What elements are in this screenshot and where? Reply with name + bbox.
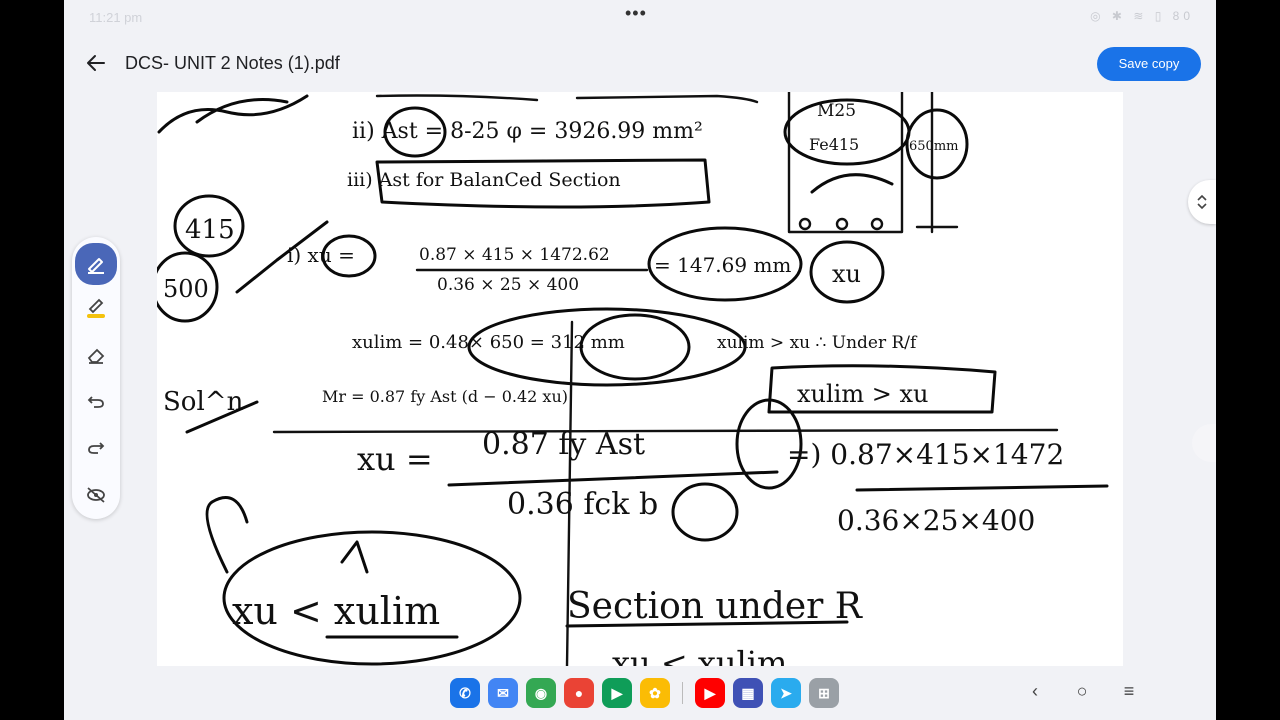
scroll-handle[interactable]: [1188, 180, 1216, 224]
formula-calc-numerator: =) 0.87×415×1472: [787, 438, 1064, 471]
chrome-app-icon[interactable]: ◉: [526, 678, 556, 708]
pen-tool-button[interactable]: [75, 243, 117, 285]
redo-icon[interactable]: [78, 429, 114, 465]
app-dock: ✆ ✉ ◉ ● ▶ ✿ ▶ ▦ ➤ ⊞: [450, 678, 839, 708]
note-boxed-compare: xulim > xu: [797, 380, 928, 408]
verdict-section-under: Section under R: [567, 586, 863, 627]
formula-numerator: 0.87 fy Ast: [482, 427, 645, 462]
app-drawer-icon[interactable]: ⊞: [809, 678, 839, 708]
column-section-sketch: M25 Fe415 650mm: [783, 92, 969, 234]
app-bar: DCS- UNIT 2 Notes (1).pdf Save copy: [64, 34, 1216, 92]
navigation-bar: ✆ ✉ ◉ ● ▶ ✿ ▶ ▦ ➤ ⊞ ‹ ○ ≡: [64, 668, 1216, 720]
note-xu-result: = 147.69 mm: [654, 253, 791, 277]
status-bar: 11:21 pm ••• ◎ ✱ ≋ ▯ 80: [64, 0, 1216, 34]
note-xu-lhs: i) xu =: [287, 243, 355, 267]
messages-app-icon[interactable]: ✉: [488, 678, 518, 708]
nav-back-icon[interactable]: ‹: [1022, 681, 1048, 702]
tablet-screen: 11:21 pm ••• ◎ ✱ ≋ ▯ 80 DCS- UNIT 2 Note…: [64, 0, 1216, 720]
edge-pen-shortcut[interactable]: [1192, 424, 1216, 462]
section-label-fe415: Fe415: [809, 135, 859, 154]
status-time: 11:21 pm: [89, 10, 143, 25]
document-title: DCS- UNIT 2 Notes (1).pdf: [125, 53, 340, 73]
section-label-m25: M25: [817, 101, 856, 121]
annotation-toolbar: [72, 237, 120, 519]
svg-text:415: 415: [185, 215, 235, 245]
note-under-rf: xulim > xu ∴ Under R/f: [717, 333, 918, 353]
dock-divider: [682, 682, 683, 704]
phone-app-icon[interactable]: ✆: [450, 678, 480, 708]
svg-text:xu: xu: [832, 260, 861, 288]
hide-annotations-icon[interactable]: [78, 477, 114, 513]
note-xu-denominator: 0.36 × 25 × 400: [437, 275, 579, 295]
pdf-page[interactable]: M25 Fe415 650mm ii) Ast = 8-25 φ = 3926.…: [157, 92, 1123, 666]
youtube-app-icon[interactable]: ▶: [695, 678, 725, 708]
gallery-app-icon[interactable]: ▦: [733, 678, 763, 708]
compare-xu-xulim: xu < xulim: [232, 589, 440, 633]
note-line-balanced: iii) Ast for BalanCed Section: [347, 169, 621, 191]
formula-xu-lhs: xu =: [357, 440, 433, 478]
back-arrow-icon[interactable]: [84, 51, 108, 75]
note-xu-numerator: 0.87 × 415 × 1472.62: [419, 245, 610, 265]
eraser-icon[interactable]: [78, 337, 114, 373]
photos-app-icon[interactable]: ✿: [640, 678, 670, 708]
save-copy-button[interactable]: Save copy: [1097, 47, 1201, 81]
formula-denominator: 0.36 fck b: [507, 487, 658, 522]
nav-recents-icon[interactable]: ≡: [1116, 681, 1142, 702]
section-label-depth: 650mm: [909, 139, 958, 154]
formula-calc-denominator: 0.36×25×400: [837, 504, 1035, 537]
play-store-app-icon[interactable]: ▶: [602, 678, 632, 708]
note-moment: Mr = 0.87 fy Ast (d − 0.42 xu): [322, 387, 568, 406]
highlighter-tool-button[interactable]: [78, 289, 114, 325]
undo-icon[interactable]: [78, 383, 114, 419]
more-dots-icon[interactable]: •••: [625, 3, 647, 24]
nav-home-icon[interactable]: ○: [1069, 681, 1095, 702]
handwritten-notes: M25 Fe415 650mm ii) Ast = 8-25 φ = 3926.…: [157, 92, 1109, 666]
status-indicators: ◎ ✱ ≋ ▯ 80: [1090, 9, 1194, 23]
telegram-app-icon[interactable]: ➤: [771, 678, 801, 708]
bottom-compare: xu < xulim: [612, 644, 787, 666]
assistant-app-icon[interactable]: ●: [564, 678, 594, 708]
svg-text:500: 500: [163, 275, 209, 303]
note-line-ast: ii) Ast = 8-25 φ = 3926.99 mm²: [352, 119, 703, 144]
